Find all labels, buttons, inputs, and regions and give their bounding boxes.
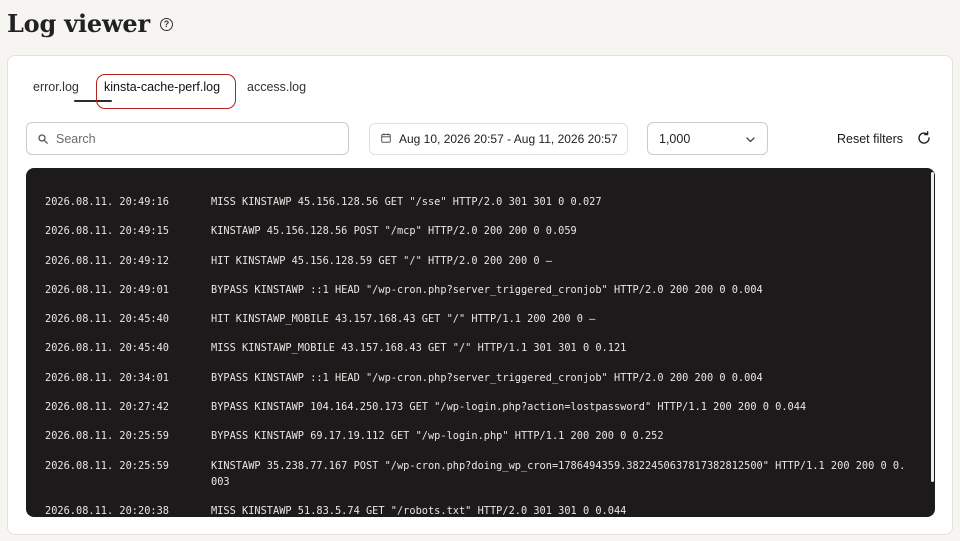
log-timestamp: 2026.08.11. 20:49:12 bbox=[45, 254, 169, 267]
log-timestamp: 2026.08.11. 20:34:01 bbox=[45, 371, 169, 384]
date-range-value: Aug 10, 2026 20:57 - Aug 11, 2026 20:57 bbox=[399, 132, 618, 146]
log-timestamp: 2026.08.11. 20:45:40 bbox=[45, 313, 169, 326]
row-limit-select[interactable]: 1,000 bbox=[647, 122, 768, 155]
search-icon bbox=[38, 133, 48, 144]
log-timestamp: 2026.08.11. 20:25:59 bbox=[45, 430, 169, 443]
date-range-picker[interactable]: Aug 10, 2026 20:57 - Aug 11, 2026 20:57 bbox=[369, 123, 628, 155]
log-message: MISS KINSTAWP 45.156.128.56 GET "/sse" H… bbox=[211, 196, 602, 208]
row-limit-value: 1,000 bbox=[659, 131, 691, 146]
log-timestamp: 2026.08.11. 20:49:01 bbox=[45, 283, 169, 296]
page-title: Log viewer bbox=[7, 8, 150, 38]
calendar-icon bbox=[381, 132, 391, 146]
reset-filters-button[interactable]: Reset filters bbox=[837, 130, 931, 148]
log-row: 2026.08.11. 20:34:01 BYPASS KINSTAWP ::1 … bbox=[26, 370, 935, 386]
log-timestamp: 2026.08.11. 20:49:15 bbox=[45, 225, 169, 238]
log-message: BYPASS KINSTAWP ::1 HEAD "/wp-cron.php?s… bbox=[211, 371, 763, 384]
search-box[interactable] bbox=[26, 122, 349, 155]
log-list: 2026.08.11. 20:49:16 MISS KINSTAWP 45.156… bbox=[26, 168, 935, 517]
log-message: KINSTAWP 45.156.128.56 POST "/mcp" HTTP/… bbox=[211, 225, 577, 238]
log-output-panel[interactable]: 2026.08.11. 20:49:16 MISS KINSTAWP 45.156… bbox=[26, 168, 935, 517]
log-timestamp: 2026.08.11. 20:20:38 bbox=[45, 504, 169, 517]
log-row: 2026.08.11. 20:25:59 BYPASS KINSTAWP 69.1… bbox=[26, 428, 935, 444]
help-icon[interactable]: ? bbox=[159, 17, 173, 31]
tab-access-log[interactable]: access.log bbox=[247, 80, 306, 94]
log-row: 2026.08.11. 20:49:16 MISS KINSTAWP 45.156… bbox=[26, 194, 935, 210]
scrollbar[interactable] bbox=[931, 172, 934, 482]
log-row: 2026.08.11. 20:45:40 HIT KINSTAWP_MOBILE … bbox=[26, 311, 935, 327]
log-timestamp: 2026.08.11. 20:27:42 bbox=[45, 401, 169, 414]
log-timestamp: 2026.08.11. 20:45:40 bbox=[45, 342, 169, 355]
active-tab-indicator bbox=[74, 100, 112, 102]
log-message: HIT KINSTAWP_MOBILE 43.157.168.43 GET "/… bbox=[211, 313, 596, 326]
reset-filters-label: Reset filters bbox=[837, 132, 903, 146]
tab-error-log[interactable]: error.log bbox=[33, 80, 79, 94]
log-row: 2026.08.11. 20:49:12 HIT KINSTAWP 45.156.… bbox=[26, 253, 935, 269]
log-timestamp: 2026.08.11. 20:49:16 bbox=[45, 196, 169, 208]
log-message: MISS KINSTAWP 51.83.5.74 GET "/robots.tx… bbox=[211, 504, 627, 517]
log-row: 2026.08.11. 20:49:15 KINSTAWP 45.156.128.… bbox=[26, 223, 935, 239]
tab-kinsta-cache-perf-log[interactable]: kinsta-cache-perf.log bbox=[104, 80, 220, 94]
refresh-icon[interactable] bbox=[917, 130, 931, 148]
page-header: Log viewer ? bbox=[7, 6, 173, 40]
log-row: 2026.08.11. 20:49:01 BYPASS KINSTAWP ::1 … bbox=[26, 282, 935, 298]
log-message: MISS KINSTAWP_MOBILE 43.157.168.43 GET "… bbox=[211, 342, 627, 355]
log-row: 2026.08.11. 20:45:40 MISS KINSTAWP_MOBILE… bbox=[26, 340, 935, 356]
log-message: HIT KINSTAWP 45.156.128.59 GET "/" HTTP/… bbox=[211, 254, 552, 267]
log-message: BYPASS KINSTAWP 69.17.19.112 GET "/wp-lo… bbox=[211, 430, 664, 443]
log-message: KINSTAWP 35.238.77.167 POST "/wp-cron.ph… bbox=[211, 459, 906, 488]
log-row: 2026.08.11. 20:20:38 MISS KINSTAWP 51.83.… bbox=[26, 503, 935, 517]
log-row: 2026.08.11. 20:25:59 KINSTAWP 35.238.77.1… bbox=[26, 458, 935, 490]
log-row: 2026.08.11. 20:27:42 BYPASS KINSTAWP 104.… bbox=[26, 399, 935, 415]
log-card: error.log kinsta-cache-perf.log access.l… bbox=[7, 55, 953, 535]
log-timestamp: 2026.08.11. 20:25:59 bbox=[45, 459, 169, 472]
search-input[interactable] bbox=[56, 131, 326, 146]
log-message: BYPASS KINSTAWP ::1 HEAD "/wp-cron.php?s… bbox=[211, 283, 763, 296]
log-message: BYPASS KINSTAWP 104.164.250.173 GET "/wp… bbox=[211, 401, 807, 414]
chevron-down-icon bbox=[746, 132, 755, 146]
